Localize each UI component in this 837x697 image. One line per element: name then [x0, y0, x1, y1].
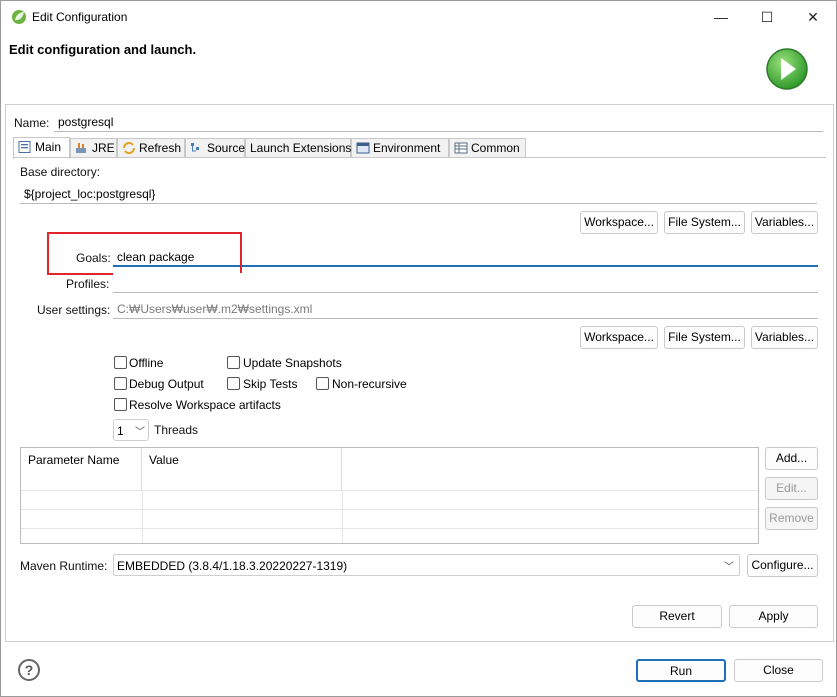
- run-button[interactable]: Run: [636, 659, 726, 682]
- file-system-button-2[interactable]: File System...: [664, 326, 745, 349]
- revert-button[interactable]: Revert: [632, 605, 722, 628]
- variables-button-2[interactable]: Variables...: [751, 326, 818, 349]
- maximize-button[interactable]: ☐: [744, 1, 790, 33]
- configure-button[interactable]: Configure...: [747, 554, 818, 577]
- maven-runtime-value: EMBEDDED (3.8.4/1.18.3.20220227-1319): [117, 559, 348, 573]
- minimize-icon: —: [714, 9, 728, 25]
- title-bar: Edit Configuration — ☐ ✕: [1, 1, 836, 34]
- maven-runtime-select[interactable]: EMBEDDED (3.8.4/1.18.3.20220227-1319) ﹀: [113, 554, 740, 576]
- tab-source-label: Source: [207, 141, 246, 155]
- resolve-workspace-checkbox[interactable]: [114, 398, 127, 411]
- debug-output-checkbox[interactable]: [114, 377, 127, 390]
- refresh-icon: [123, 142, 135, 154]
- tab-source[interactable]: Source: [185, 138, 245, 158]
- threads-label: Threads: [154, 423, 199, 437]
- name-field[interactable]: postgresql: [54, 112, 823, 132]
- debug-output-label: Debug Output: [129, 377, 204, 391]
- column-divider: [142, 490, 143, 543]
- table-row: [21, 509, 758, 510]
- window-title: Edit Configuration: [32, 10, 128, 24]
- offline-label: Offline: [129, 356, 164, 370]
- variables-button[interactable]: Variables...: [751, 211, 818, 234]
- update-snapshots-checkbox[interactable]: [227, 356, 240, 369]
- offline-checkbox[interactable]: [114, 356, 127, 369]
- threads-select[interactable]: 1 ﹀: [113, 419, 149, 441]
- tab-divider: [13, 157, 826, 158]
- base-directory-field[interactable]: ${project_loc:postgresql}: [20, 184, 817, 204]
- source-icon: [191, 143, 199, 152]
- tab-refresh[interactable]: Refresh: [117, 138, 185, 158]
- user-settings-label: User settings:: [37, 303, 111, 317]
- base-directory-label: Base directory:: [20, 165, 101, 179]
- tab-environment[interactable]: Environment: [351, 138, 449, 158]
- name-label: Name:: [14, 116, 50, 130]
- parameters-table[interactable]: Parameter Name Value: [20, 447, 759, 544]
- table-row: [21, 528, 758, 529]
- skip-tests-label: Skip Tests: [243, 377, 298, 391]
- spring-leaf-icon: [12, 10, 26, 24]
- table-row: [21, 490, 758, 491]
- tab-common-label: Common: [471, 141, 520, 155]
- column-divider: [342, 490, 343, 543]
- maven-runtime-label: Maven Runtime:: [20, 559, 108, 573]
- tab-launch-extensions[interactable]: Launch Extensions: [245, 138, 351, 158]
- tab-common[interactable]: Common: [449, 138, 526, 158]
- remove-parameter-button[interactable]: Remove: [765, 507, 818, 530]
- resolve-workspace-label: Resolve Workspace artifacts: [129, 398, 281, 412]
- close-button[interactable]: Close: [734, 659, 823, 682]
- non-recursive-label: Non-recursive: [332, 377, 407, 391]
- column-header-value[interactable]: Value: [142, 448, 342, 490]
- tab-main[interactable]: Main: [13, 137, 70, 159]
- tab-jre-label: JRE: [92, 141, 115, 155]
- user-settings-field[interactable]: C:₩Users₩user₩.m2₩settings.xml: [113, 299, 818, 319]
- jre-icon: [76, 143, 86, 153]
- update-snapshots-label: Update Snapshots: [243, 356, 342, 370]
- minimize-button[interactable]: —: [698, 1, 744, 33]
- tab-launch-extensions-label: Launch Extensions: [250, 141, 352, 155]
- tab-environment-label: Environment: [373, 141, 441, 155]
- goals-highlight-box: [47, 232, 242, 275]
- skip-tests-checkbox[interactable]: [227, 377, 240, 390]
- dialog-header: Edit configuration and launch.: [1, 34, 836, 101]
- apply-button[interactable]: Apply: [729, 605, 818, 628]
- run-launch-icon: [766, 48, 808, 90]
- edit-parameter-button[interactable]: Edit...: [765, 477, 818, 500]
- profiles-label: Profiles:: [66, 277, 110, 291]
- environment-icon: [356, 142, 370, 154]
- edit-configuration-dialog: Edit Configuration — ☐ ✕ Edit configurat…: [0, 0, 837, 697]
- threads-value: 1: [117, 424, 124, 438]
- common-icon: [454, 142, 468, 154]
- help-icon[interactable]: ?: [18, 659, 40, 681]
- close-icon: ✕: [807, 8, 819, 25]
- add-parameter-button[interactable]: Add...: [765, 447, 818, 470]
- chevron-down-icon: ﹀: [724, 562, 734, 573]
- close-window-button[interactable]: ✕: [790, 1, 836, 33]
- main-tab-icon: [18, 141, 31, 153]
- maximize-icon: ☐: [760, 8, 774, 25]
- non-recursive-checkbox[interactable]: [316, 377, 329, 390]
- chevron-down-icon: ﹀: [135, 427, 145, 438]
- file-system-button[interactable]: File System...: [664, 211, 745, 234]
- header-title: Edit configuration and launch.: [9, 42, 197, 57]
- tab-refresh-label: Refresh: [139, 141, 182, 155]
- tab-jre[interactable]: JRE: [70, 138, 117, 158]
- tab-main-label: Main: [35, 140, 62, 154]
- workspace-button-2[interactable]: Workspace...: [580, 326, 658, 349]
- profiles-field[interactable]: [113, 273, 818, 293]
- column-header-parameter-name[interactable]: Parameter Name: [21, 448, 142, 490]
- workspace-button[interactable]: Workspace...: [580, 211, 658, 234]
